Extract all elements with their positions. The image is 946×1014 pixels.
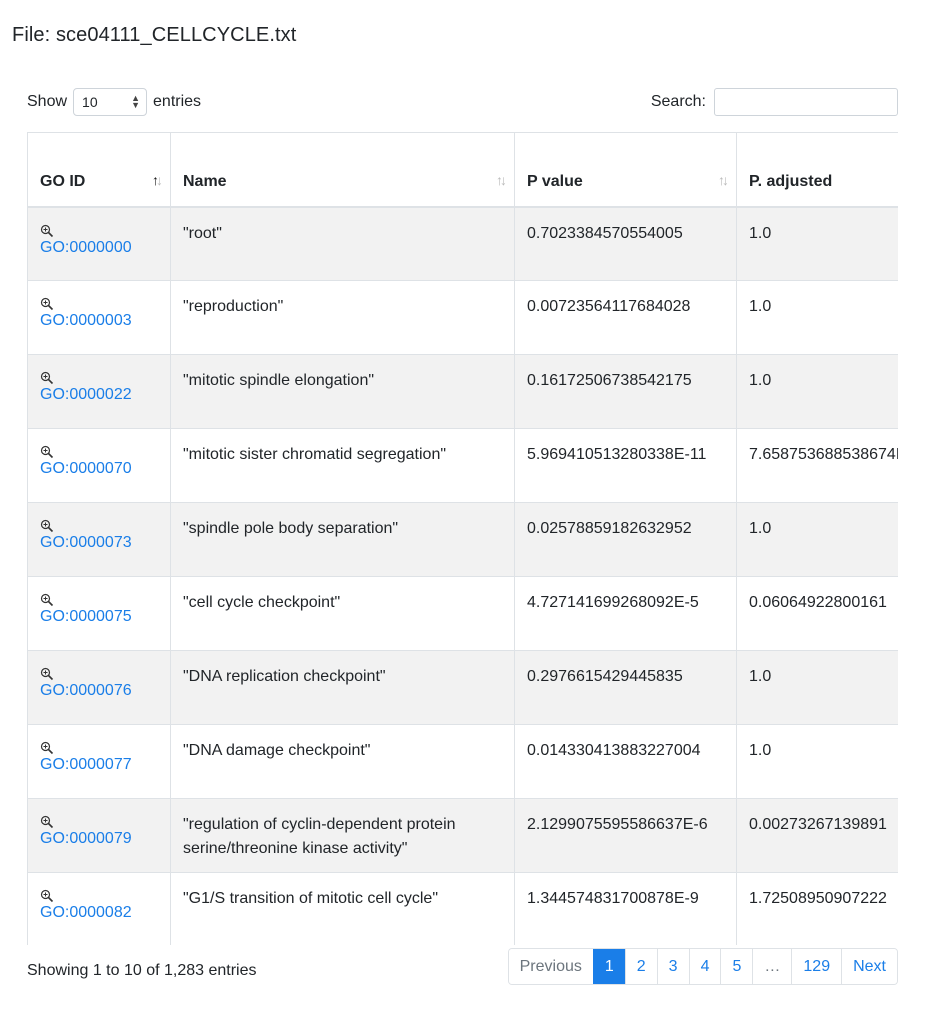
cell-name: "mitotic sister chromatid segregation" bbox=[170, 428, 515, 503]
table-header-row: GO ID ↑↓ Name ↑↓ P value ↑↓ P. adjusted bbox=[27, 132, 898, 208]
results-table-container: GO ID ↑↓ Name ↑↓ P value ↑↓ P. adjusted … bbox=[27, 132, 898, 945]
cell-go-id: GO:0000000 bbox=[27, 206, 171, 281]
search-control: Search: bbox=[651, 88, 898, 116]
cell-p-adjusted: 1.0 bbox=[736, 206, 898, 281]
cell-go-id: GO:0000003 bbox=[27, 280, 171, 355]
cell-p-adjusted: 1.0 bbox=[736, 650, 898, 725]
table-row: GO:0000076 "DNA replication checkpoint" 0.… bbox=[27, 650, 898, 725]
go-id-link[interactable]: GO:0000082 bbox=[40, 901, 158, 925]
next-page-button[interactable]: Next bbox=[841, 949, 897, 984]
table-row: GO:0000079 "regulation of cyclin-dependen… bbox=[27, 798, 898, 873]
cell-p-value: 0.02578859182632952 bbox=[514, 502, 737, 577]
cell-p-adjusted: 1.0 bbox=[736, 724, 898, 799]
go-id-link[interactable]: GO:0000000 bbox=[40, 236, 158, 260]
cell-name: "DNA replication checkpoint" bbox=[170, 650, 515, 725]
go-id-link[interactable]: GO:0000070 bbox=[40, 457, 158, 481]
previous-page-button[interactable]: Previous bbox=[508, 949, 593, 984]
cell-go-id: GO:0000073 bbox=[27, 502, 171, 577]
pagination: Previous 1 2 3 4 5 … 129 Next bbox=[507, 948, 898, 985]
show-label: Show bbox=[27, 93, 68, 110]
go-id-link[interactable]: GO:0000073 bbox=[40, 531, 158, 555]
cell-p-adjusted: 1.72508950907222 bbox=[736, 872, 898, 945]
column-header-p-value[interactable]: P value ↑↓ bbox=[514, 132, 737, 208]
cell-go-id: GO:0000076 bbox=[27, 650, 171, 725]
select-arrows-icon: ▲ ▼ bbox=[131, 93, 141, 110]
cell-name: "spindle pole body separation" bbox=[170, 502, 515, 577]
table-row: GO:0000000 "root" 0.7023384570554005 1.0 bbox=[27, 206, 898, 281]
cell-name: "reproduction" bbox=[170, 280, 515, 355]
page-button-129[interactable]: 129 bbox=[791, 949, 842, 984]
cell-p-value: 0.014330413883227004 bbox=[514, 724, 737, 799]
column-header-p-adjusted[interactable]: P. adjusted bbox=[736, 132, 898, 208]
cell-go-id: GO:0000077 bbox=[27, 724, 171, 799]
cell-go-id: GO:0000075 bbox=[27, 576, 171, 651]
cell-p-adjusted: 7.658753688538674E-8 bbox=[736, 428, 898, 503]
go-id-link[interactable]: GO:0000077 bbox=[40, 753, 158, 777]
cell-p-value: 5.969410513280338E-11 bbox=[514, 428, 737, 503]
cell-p-adjusted: 0.00273267139891 bbox=[736, 798, 898, 873]
cell-p-value: 0.16172506738542175 bbox=[514, 354, 737, 429]
entries-select[interactable]: 10 ▲ ▼ bbox=[73, 88, 148, 116]
go-id-link[interactable]: GO:0000022 bbox=[40, 383, 158, 407]
search-label: Search: bbox=[650, 93, 706, 110]
sort-arrows-icon: ↑↓ bbox=[496, 171, 507, 188]
search-input[interactable] bbox=[714, 88, 898, 116]
cell-name: "G1/S transition of mitotic cell cycle" bbox=[170, 872, 515, 945]
entries-length-control: Show 10 ▲ ▼ entries bbox=[27, 88, 201, 116]
cell-p-adjusted: 1.0 bbox=[736, 354, 898, 429]
entries-select-value: 10 bbox=[82, 94, 98, 110]
table-row: GO:0000073 "spindle pole body separation"… bbox=[27, 502, 898, 577]
cell-go-id: GO:0000082 bbox=[27, 872, 171, 945]
cell-p-value: 2.1299075595586637E-6 bbox=[514, 798, 737, 873]
cell-go-id: GO:0000022 bbox=[27, 354, 171, 429]
table-row: GO:0000070 "mitotic sister chromatid segr… bbox=[27, 428, 898, 503]
table-info: Showing 1 to 10 of 1,283 entries bbox=[27, 962, 257, 979]
column-header-name[interactable]: Name ↑↓ bbox=[170, 132, 515, 208]
table-row: GO:0000022 "mitotic spindle elongation" 0.… bbox=[27, 354, 898, 429]
page-button-5[interactable]: 5 bbox=[720, 949, 753, 984]
cell-p-adjusted: 1.0 bbox=[736, 502, 898, 577]
sort-ascending-icon: ↑↓ bbox=[152, 171, 163, 188]
cell-name: "regulation of cyclin-dependent protein … bbox=[170, 798, 515, 873]
cell-p-value: 0.2976615429445835 bbox=[514, 650, 737, 725]
table-row: GO:0000077 "DNA damage checkpoint" 0.01433… bbox=[27, 724, 898, 799]
cell-p-adjusted: 1.0 bbox=[736, 280, 898, 355]
cell-p-value: 1.344574831700878E-9 bbox=[514, 872, 737, 945]
entries-label: entries bbox=[153, 93, 202, 110]
table-row: GO:0000003 "reproduction" 0.00723564117684… bbox=[27, 280, 898, 355]
go-id-link[interactable]: GO:0000076 bbox=[40, 679, 158, 703]
cell-name: "cell cycle checkpoint" bbox=[170, 576, 515, 651]
column-header-go-id[interactable]: GO ID ↑↓ bbox=[27, 132, 171, 208]
cell-p-value: 0.00723564117684028 bbox=[514, 280, 737, 355]
cell-go-id: GO:0000070 bbox=[27, 428, 171, 503]
table-row: GO:0000082 "G1/S transition of mitotic ce… bbox=[27, 872, 898, 945]
cell-p-value: 0.7023384570554005 bbox=[514, 206, 737, 281]
results-table: GO ID ↑↓ Name ↑↓ P value ↑↓ P. adjusted … bbox=[27, 132, 898, 945]
page-button-2[interactable]: 2 bbox=[624, 949, 657, 984]
page-ellipsis: … bbox=[752, 949, 792, 984]
cell-p-adjusted: 0.06064922800161 bbox=[736, 576, 898, 651]
page-button-4[interactable]: 4 bbox=[688, 949, 721, 984]
page-button-1[interactable]: 1 bbox=[592, 949, 625, 984]
go-id-link[interactable]: GO:0000075 bbox=[40, 605, 158, 629]
cell-p-value: 4.727141699268092E-5 bbox=[514, 576, 737, 651]
cell-name: "DNA damage checkpoint" bbox=[170, 724, 515, 799]
cell-name: "mitotic spindle elongation" bbox=[170, 354, 515, 429]
sort-arrows-icon: ↑↓ bbox=[718, 171, 729, 188]
cell-go-id: GO:0000079 bbox=[27, 798, 171, 873]
page-button-3[interactable]: 3 bbox=[656, 949, 689, 984]
go-id-link[interactable]: GO:0000003 bbox=[40, 309, 158, 333]
cell-name: "root" bbox=[170, 206, 515, 281]
go-id-link[interactable]: GO:0000079 bbox=[40, 827, 158, 851]
file-title: File: sce04111_CELLCYCLE.txt bbox=[12, 24, 297, 46]
table-row: GO:0000075 "cell cycle checkpoint" 4.72714… bbox=[27, 576, 898, 651]
